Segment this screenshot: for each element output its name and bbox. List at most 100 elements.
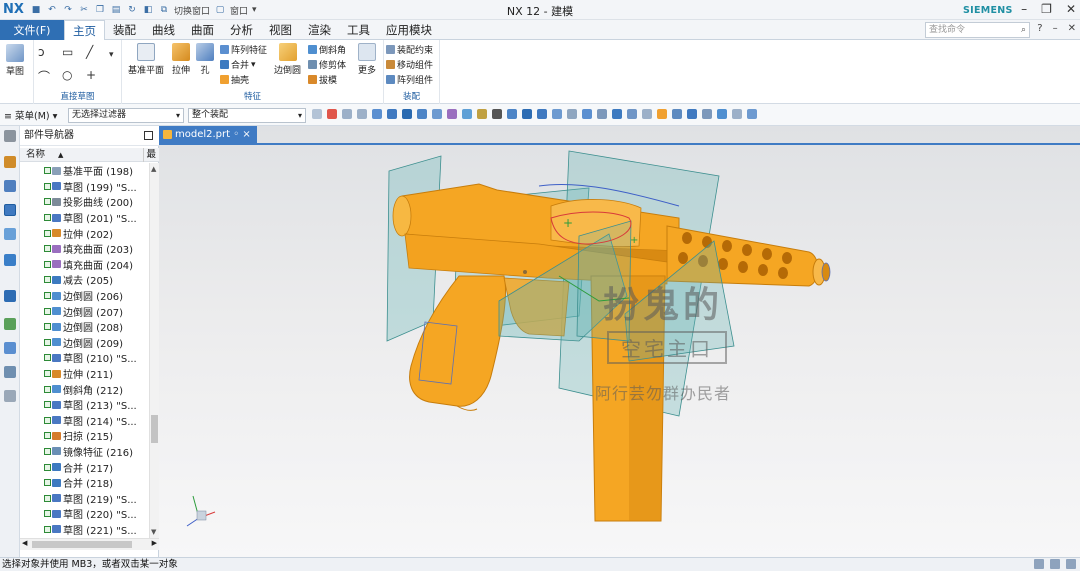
- tree-row[interactable]: 草图 (219) "S...: [20, 490, 149, 506]
- visibility-checkbox[interactable]: [44, 401, 51, 409]
- visibility-checkbox[interactable]: [44, 198, 51, 206]
- move-component-button[interactable]: 移动组件: [386, 58, 433, 71]
- visibility-checkbox[interactable]: [44, 260, 51, 268]
- navigator-column-header[interactable]: 名称 ▲ 最: [20, 148, 159, 162]
- hscrollbar-thumb[interactable]: [32, 541, 132, 548]
- visibility-checkbox[interactable]: [44, 416, 51, 424]
- visibility-checkbox[interactable]: [44, 510, 51, 518]
- process-studio-icon[interactable]: [4, 318, 16, 330]
- navigator-hscrollbar[interactable]: ◀ ▶: [20, 538, 159, 550]
- snap-icon[interactable]: [537, 109, 547, 119]
- chamfer-button[interactable]: 倒斜角: [308, 43, 346, 56]
- tab-tools[interactable]: 工具: [339, 20, 378, 40]
- tree-row[interactable]: 拉伸 (202): [20, 225, 149, 241]
- tree-row[interactable]: 草图 (220) "S...: [20, 506, 149, 522]
- snap-icon[interactable]: [582, 109, 592, 119]
- tab-application[interactable]: 应用模块: [378, 20, 440, 40]
- assembly-navigator-icon[interactable]: [4, 180, 16, 192]
- tree-row[interactable]: 填充曲面 (203): [20, 241, 149, 257]
- tree-row[interactable]: 合并 (217): [20, 459, 149, 475]
- snap-icon[interactable]: [642, 109, 652, 119]
- snap-icon[interactable]: [507, 109, 517, 119]
- search-icon[interactable]: ⌕: [1021, 23, 1026, 37]
- snap-icon[interactable]: [687, 109, 697, 119]
- pattern-feature-button[interactable]: 阵列特征: [220, 43, 267, 56]
- visibility-checkbox[interactable]: [44, 354, 51, 362]
- part-navigator-icon[interactable]: [4, 156, 16, 168]
- visibility-checkbox[interactable]: [44, 229, 51, 237]
- status-fullscreen-icon[interactable]: [1066, 559, 1076, 569]
- visibility-checkbox[interactable]: [44, 432, 51, 440]
- scroll-right-icon[interactable]: ▶: [152, 539, 157, 547]
- snap-icon[interactable]: [612, 109, 622, 119]
- tree-row[interactable]: 边倒圆 (209): [20, 335, 149, 351]
- tab-analysis[interactable]: 分析: [222, 20, 261, 40]
- tree-row[interactable]: 基准平面 (198): [20, 163, 149, 179]
- snap-icon[interactable]: [327, 109, 337, 119]
- tree-row[interactable]: 边倒圆 (206): [20, 288, 149, 304]
- more-button[interactable]: 更多: [358, 43, 376, 76]
- navigator-scrollbar[interactable]: ▲ ▼: [149, 163, 159, 538]
- tree-row[interactable]: 草图 (221) "S...: [20, 522, 149, 538]
- status-window-icon[interactable]: [1050, 559, 1060, 569]
- snap-icon[interactable]: [417, 109, 427, 119]
- snap-icon[interactable]: [387, 109, 397, 119]
- visibility-checkbox[interactable]: [44, 385, 51, 393]
- unite-button[interactable]: 合并 ▾: [220, 58, 256, 71]
- tab-view[interactable]: 视图: [261, 20, 300, 40]
- tab-surface[interactable]: 曲面: [183, 20, 222, 40]
- tree-row[interactable]: 边倒圆 (207): [20, 303, 149, 319]
- visibility-checkbox[interactable]: [44, 323, 51, 331]
- tree-row[interactable]: 草图 (214) "S...: [20, 413, 149, 429]
- tree-row[interactable]: 合并 (218): [20, 475, 149, 491]
- reuse-library-icon[interactable]: [4, 228, 16, 240]
- visibility-checkbox[interactable]: [44, 276, 51, 284]
- snap-icon[interactable]: [447, 109, 457, 119]
- datum-plane-button[interactable]: 基准平面: [128, 43, 164, 76]
- edge-blend-button[interactable]: 边倒圆: [274, 43, 301, 76]
- snap-icon[interactable]: [552, 109, 562, 119]
- draft-button[interactable]: 拔模: [308, 73, 337, 86]
- visibility-checkbox[interactable]: [44, 525, 51, 533]
- file-menu-button[interactable]: 文件(F): [0, 20, 64, 40]
- visibility-checkbox[interactable]: [44, 292, 51, 300]
- hole-button[interactable]: 孔: [196, 43, 214, 76]
- selection-scope-select[interactable]: 整个装配 ▾: [188, 108, 306, 123]
- system-scenes-icon[interactable]: [4, 366, 16, 378]
- visibility-checkbox[interactable]: [44, 370, 51, 378]
- snap-icon[interactable]: [717, 109, 727, 119]
- visibility-checkbox[interactable]: [44, 447, 51, 455]
- constraint-navigator-icon[interactable]: [4, 204, 16, 216]
- ribbon-minimize-icon[interactable]: –: [1053, 23, 1058, 34]
- status-info-icon[interactable]: [1034, 559, 1044, 569]
- graphics-window[interactable]: model2.prt ◦ × + + 扮鬼的 空宅主口 阿行芸勿群办民者: [159, 126, 1080, 557]
- tab-curve[interactable]: 曲线: [144, 20, 183, 40]
- snap-icon[interactable]: [492, 109, 502, 119]
- direct-sketch-more-icon[interactable]: ▾: [109, 50, 114, 60]
- snap-icon[interactable]: [672, 109, 682, 119]
- snap-icon[interactable]: [597, 109, 607, 119]
- snap-icon[interactable]: [342, 109, 352, 119]
- visibility-checkbox[interactable]: [44, 245, 51, 253]
- tree-row[interactable]: 草图 (199) "S...: [20, 179, 149, 195]
- pattern-component-button[interactable]: 阵列组件: [386, 73, 433, 86]
- trim-body-button[interactable]: 修剪体: [308, 58, 346, 71]
- selection-filter-select[interactable]: 无选择过滤器 ▾: [68, 108, 184, 123]
- profile-icon[interactable]: ↄ: [38, 45, 45, 59]
- tab-home[interactable]: 主页: [64, 20, 105, 41]
- visibility-checkbox[interactable]: [44, 182, 51, 190]
- snap-icon[interactable]: [567, 109, 577, 119]
- arc-icon[interactable]: ⌒: [38, 68, 50, 85]
- snap-icon[interactable]: [432, 109, 442, 119]
- maximize-panel-icon[interactable]: [144, 131, 153, 140]
- visibility-checkbox[interactable]: [44, 479, 51, 487]
- tree-row[interactable]: 投影曲线 (200): [20, 194, 149, 210]
- snap-icon[interactable]: [522, 109, 532, 119]
- tree-row[interactable]: 草图 (213) "S...: [20, 397, 149, 413]
- settings-icon[interactable]: [4, 130, 16, 142]
- assembly-constraint-button[interactable]: 装配约束: [386, 43, 433, 56]
- menu-button[interactable]: ≡ 菜单(M) ▾: [4, 108, 57, 122]
- history-icon[interactable]: [4, 290, 16, 302]
- rectangle-icon[interactable]: ▭: [62, 45, 73, 59]
- tab-assembly[interactable]: 装配: [105, 20, 144, 40]
